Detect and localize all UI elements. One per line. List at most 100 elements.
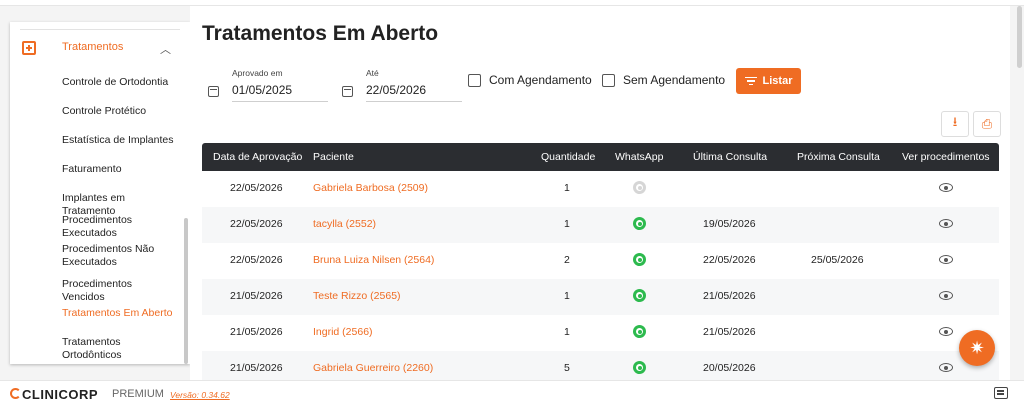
- eye-icon[interactable]: [939, 327, 953, 336]
- list-button-label: Listar: [762, 75, 793, 87]
- eye-icon[interactable]: [939, 291, 953, 300]
- next-visit-cell: 25/05/2026: [811, 254, 864, 266]
- list-button[interactable]: Listar: [736, 68, 801, 94]
- input-underline: [366, 101, 462, 102]
- sidebar: Tratamentos ︿ Controle de Ortodontia Con…: [10, 22, 190, 364]
- sidebar-item-procedimentos-executados[interactable]: Procedimentos Executados: [62, 214, 162, 240]
- with-schedule-label: Com Agendamento: [489, 73, 592, 87]
- eye-icon[interactable]: [939, 219, 953, 228]
- patient-link[interactable]: Gabriela Guerreiro (2260): [313, 362, 433, 374]
- printer-icon: ⎙: [981, 116, 993, 131]
- table-header: Data de Aprovação Paciente Quantidade Wh…: [202, 143, 999, 171]
- last-visit-cell: 21/05/2026: [703, 290, 756, 302]
- input-underline: [232, 101, 328, 102]
- assistant-fab[interactable]: ✷: [959, 330, 995, 366]
- column-header-last-visit[interactable]: Última Consulta: [693, 151, 767, 163]
- eye-icon[interactable]: [939, 183, 953, 192]
- quantity-cell: 1: [564, 218, 570, 230]
- column-header-view-procedures: Ver procedimentos: [902, 151, 990, 163]
- table-row: 22/05/2026 Bruna Luiza Nilsen (2564) 2 22/0…: [202, 243, 999, 279]
- app-window: Tratamentos ︿ Controle de Ortodontia Con…: [0, 0, 1024, 405]
- sidebar-item-tratamentos-em-aberto[interactable]: Tratamentos Em Aberto: [62, 307, 177, 320]
- approval-date-cell: 21/05/2026: [230, 290, 283, 302]
- table-body: 22/05/2026 Gabriela Barbosa (2509) 1 22/05/…: [202, 171, 999, 387]
- sidebar-divider: [20, 29, 180, 30]
- patient-link[interactable]: Gabriela Barbosa (2509): [313, 182, 428, 194]
- without-schedule-checkbox[interactable]: Sem Agendamento: [602, 73, 725, 87]
- quantity-cell: 1: [564, 182, 570, 194]
- treatments-table: Data de Aprovação Paciente Quantidade Wh…: [202, 143, 999, 387]
- whatsapp-icon[interactable]: [633, 181, 646, 194]
- quantity-cell: 1: [564, 290, 570, 302]
- plan-label: PREMIUM: [112, 388, 164, 400]
- page-scrollbar[interactable]: [1017, 6, 1022, 68]
- table-row: 21/05/2026 Ingrid (2566) 1 21/05/2026: [202, 315, 999, 351]
- approved-date-field[interactable]: Aprovado em 01/05/2025: [208, 68, 338, 104]
- column-header-quantity[interactable]: Quantidade: [541, 151, 595, 163]
- sidebar-section-tratamentos[interactable]: Tratamentos ︿: [10, 38, 190, 58]
- approved-date-input[interactable]: 01/05/2025: [232, 83, 292, 97]
- quantity-cell: 5: [564, 362, 570, 374]
- last-visit-cell: 19/05/2026: [703, 218, 756, 230]
- sidebar-section-label: Tratamentos: [62, 41, 124, 53]
- last-visit-cell: 21/05/2026: [703, 326, 756, 338]
- chevron-up-icon[interactable]: ︿: [160, 41, 171, 57]
- download-button[interactable]: ⭳: [941, 111, 969, 137]
- sidebar-item-controle-protetico[interactable]: Controle Protético: [62, 105, 177, 118]
- last-visit-cell: 20/05/2026: [703, 362, 756, 374]
- approval-date-cell: 22/05/2026: [230, 218, 283, 230]
- page-title: Tratamentos Em Aberto: [202, 22, 439, 45]
- sidebar-item-faturamento[interactable]: Faturamento: [62, 163, 177, 176]
- sparkle-icon: ✷: [969, 337, 985, 358]
- approval-date-cell: 21/05/2026: [230, 362, 283, 374]
- chat-icon[interactable]: [994, 387, 1008, 399]
- patient-link[interactable]: tacylla (2552): [313, 218, 376, 230]
- column-header-next-visit[interactable]: Próxima Consulta: [797, 151, 880, 163]
- clinicorp-logo-icon: [10, 388, 21, 399]
- sidebar-item-tratamentos-ortodonticos[interactable]: Tratamentos Ortodônticos: [62, 336, 177, 362]
- calendar-icon[interactable]: [208, 86, 219, 97]
- approval-date-cell: 22/05/2026: [230, 182, 283, 194]
- sidebar-item-procedimentos-vencidos[interactable]: Procedimentos Vencidos: [62, 278, 177, 304]
- whatsapp-icon[interactable]: [633, 253, 646, 266]
- brand-logo-text: CLINICORP: [22, 387, 98, 402]
- column-header-approval-date[interactable]: Data de Aprovação: [213, 151, 302, 163]
- table-row: 22/05/2026 Gabriela Barbosa (2509) 1: [202, 171, 999, 207]
- until-date-field[interactable]: Até 22/05/2026: [342, 68, 472, 104]
- whatsapp-icon[interactable]: [633, 217, 646, 230]
- version-link[interactable]: Versão: 0.34.62: [170, 390, 230, 400]
- table-row: 22/05/2026 tacylla (2552) 1 19/05/2026: [202, 207, 999, 243]
- quantity-cell: 2: [564, 254, 570, 266]
- whatsapp-icon[interactable]: [633, 325, 646, 338]
- checkbox-box[interactable]: [602, 73, 615, 87]
- whatsapp-icon[interactable]: [633, 361, 646, 374]
- approval-date-cell: 22/05/2026: [230, 254, 283, 266]
- patient-link[interactable]: Bruna Luiza Nilsen (2564): [313, 254, 434, 266]
- filter-icon: [744, 75, 757, 88]
- last-visit-cell: 22/05/2026: [703, 254, 756, 266]
- main-content: Tratamentos Em Aberto Aprovado em 01/05/…: [190, 6, 1010, 387]
- calendar-icon[interactable]: [342, 86, 353, 97]
- print-button[interactable]: ⎙: [973, 111, 1001, 137]
- approved-date-label: Aprovado em: [232, 68, 283, 78]
- download-icon: ⭳: [952, 114, 958, 129]
- approval-date-cell: 21/05/2026: [230, 326, 283, 338]
- quantity-cell: 1: [564, 326, 570, 338]
- until-date-input[interactable]: 22/05/2026: [366, 83, 426, 97]
- plus-square-icon: [22, 41, 36, 55]
- until-date-label: Até: [366, 68, 379, 78]
- footer: CLINICORP PREMIUM Versão: 0.34.62: [0, 380, 1024, 405]
- sidebar-item-controle-ortodontia[interactable]: Controle de Ortodontia: [62, 76, 177, 89]
- eye-icon[interactable]: [939, 255, 953, 264]
- sidebar-item-procedimentos-nao-executados[interactable]: Procedimentos Não Executados: [62, 243, 172, 269]
- checkbox-box[interactable]: [468, 73, 481, 87]
- sidebar-item-estatistica-implantes[interactable]: Estatística de Implantes: [62, 134, 177, 147]
- patient-link[interactable]: Ingrid (2566): [313, 326, 373, 338]
- with-schedule-checkbox[interactable]: Com Agendamento: [468, 73, 592, 87]
- patient-link[interactable]: Teste Rizzo (2565): [313, 290, 401, 302]
- sidebar-scrollbar[interactable]: [184, 218, 188, 364]
- column-header-patient[interactable]: Paciente: [313, 151, 354, 163]
- whatsapp-icon[interactable]: [633, 289, 646, 302]
- column-header-whatsapp[interactable]: WhatsApp: [615, 151, 663, 163]
- eye-icon[interactable]: [939, 363, 953, 372]
